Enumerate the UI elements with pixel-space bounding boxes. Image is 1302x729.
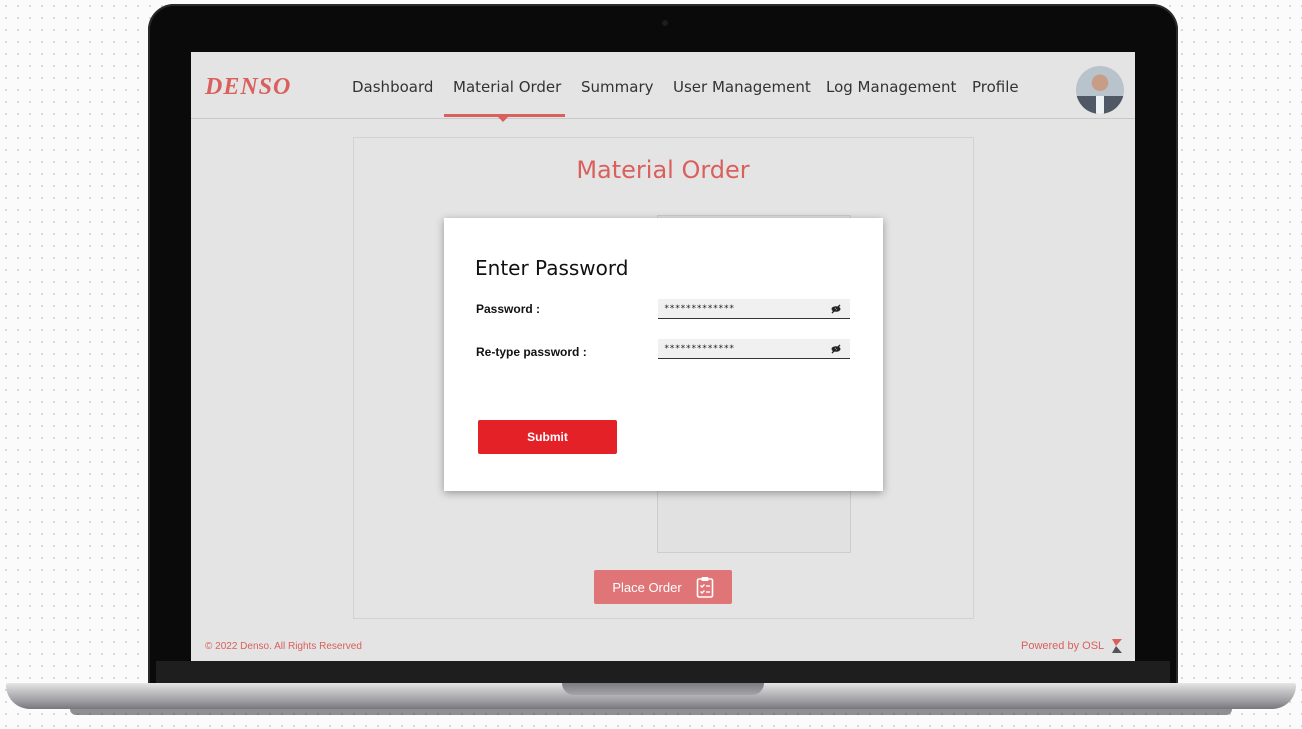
brand-logo[interactable]: DENSO [205,74,291,101]
app-screen: DENSO Dashboard Material Order Summary U… [191,52,1135,661]
eye-slash-icon[interactable] [830,343,842,355]
place-order-label: Place Order [612,579,682,595]
camera-dot [662,20,668,26]
retype-password-label: Re-type password : [476,345,587,359]
nav-item-user-management[interactable]: User Management [673,78,811,96]
powered-by-label: Powered by OSL [1021,640,1105,652]
nav-active-caret [498,117,508,122]
nav-item-profile[interactable]: Profile [972,78,1019,96]
footer-powered-by[interactable]: Powered by OSL [1021,638,1124,654]
clipboard-icon [696,577,713,598]
top-navbar: DENSO Dashboard Material Order Summary U… [191,52,1135,122]
password-label: Password : [476,302,541,316]
laptop-shadow [70,709,1232,715]
laptop-chin [156,661,1170,683]
user-avatar[interactable] [1076,66,1124,114]
osl-logo-icon [1112,639,1123,653]
nav-item-material-order[interactable]: Material Order [453,78,561,96]
avatar-shirt [1096,96,1104,114]
modal-title: Enter Password [475,256,629,280]
eye-slash-icon[interactable] [830,303,842,315]
password-field[interactable] [658,299,850,319]
nav-item-dashboard[interactable]: Dashboard [352,78,433,96]
page-title: Material Order [576,156,750,184]
nav-item-log-management[interactable]: Log Management [826,78,956,96]
footer-copyright: © 2022 Denso. All Rights Reserved [205,641,362,652]
submit-button[interactable]: Submit [478,420,617,454]
nav-item-summary[interactable]: Summary [581,78,654,96]
place-order-button[interactable]: Place Order [594,570,732,604]
retype-password-field[interactable] [658,339,850,359]
laptop-notch [562,683,764,695]
